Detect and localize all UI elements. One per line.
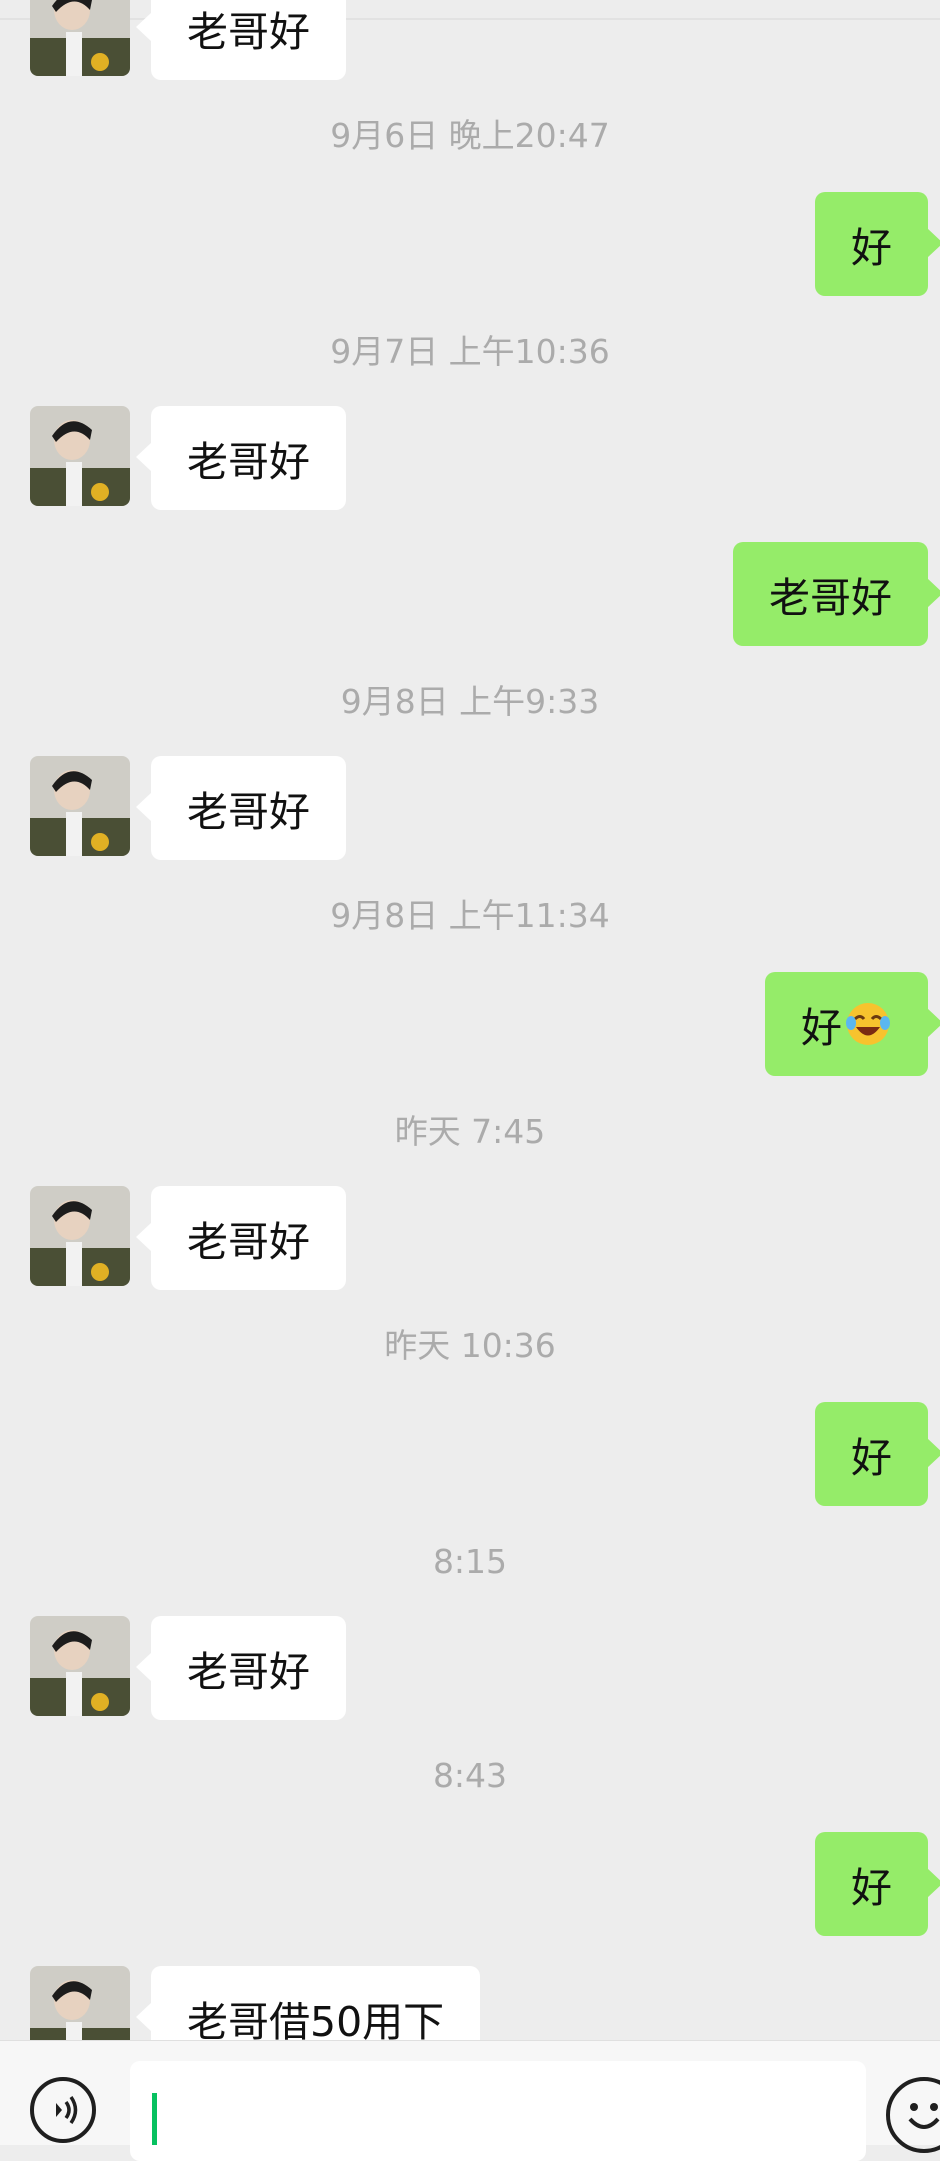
message-text: 好 [801,1004,842,1052]
avatar-photo [30,406,130,506]
incoming-message-bubble[interactable]: 老哥好 [136,406,346,510]
timestamp: 9月8日 上午11:34 [330,896,610,935]
message-text: 老哥借50用下 [187,1998,445,2040]
outgoing-message-bubble[interactable]: 老哥好 [733,542,940,646]
message-input[interactable] [130,2061,866,2161]
text-caret [152,2093,157,2145]
avatar[interactable] [30,756,130,856]
timestamp: 昨天 10:36 [384,1326,556,1365]
emoji-button[interactable] [886,2077,940,2153]
avatar-photo [30,1966,130,2040]
incoming-message-bubble[interactable]: 老哥好 [136,1616,346,1720]
incoming-message-bubble[interactable]: 老哥借50用下 [135,1966,481,2040]
emoji-face-icon [908,2103,940,2129]
avatar[interactable] [30,406,130,506]
incoming-message-bubble[interactable]: 老哥好 [136,1186,346,1290]
message-text: 老哥好 [187,438,310,486]
avatar-photo [30,1616,130,1716]
avatar-photo [30,756,130,856]
incoming-message-bubble[interactable]: 老哥好 [136,756,346,860]
outgoing-message-bubble[interactable]: 好 [815,192,940,296]
message-text: 老哥好 [187,1648,310,1696]
voice-icon [56,2096,78,2124]
outgoing-message-bubble[interactable]: 好 [765,972,940,1076]
message-text: 好 [851,1434,892,1482]
message-text: 好 [851,1864,892,1912]
timestamp: 9月6日 晚上20:47 [330,116,610,155]
timestamp: 昨天 7:45 [394,1112,546,1151]
message-text: 老哥好 [187,8,310,56]
avatar[interactable] [30,1186,130,1286]
message-text: 老哥好 [187,788,310,836]
outgoing-message-bubble[interactable]: 好 [815,1402,940,1506]
message-text: 好 [851,224,892,272]
timestamp: 9月7日 上午10:36 [330,332,610,371]
timestamp: 8:15 [432,1542,508,1581]
avatar[interactable] [30,1966,130,2040]
chat-area: 老哥好 9月6日 晚上20:47 好 9月7日 上午10:36 老哥好 老哥好 … [0,0,940,2040]
timestamp: 9月8日 上午9:33 [340,682,600,721]
outgoing-message-bubble[interactable]: 好 [815,1832,940,1936]
timestamp: 8:43 [432,1756,508,1795]
avatar-photo [30,1186,130,1286]
crying-laughing-face-emoji [846,1003,890,1045]
message-text: 老哥好 [187,1218,310,1266]
input-bar [0,2040,940,2161]
voice-button[interactable] [30,2077,96,2143]
message-text: 老哥好 [769,574,892,622]
avatar[interactable] [30,0,130,76]
avatar[interactable] [30,1616,130,1716]
avatar-photo [30,0,130,76]
incoming-message-bubble[interactable]: 老哥好 [136,0,346,80]
